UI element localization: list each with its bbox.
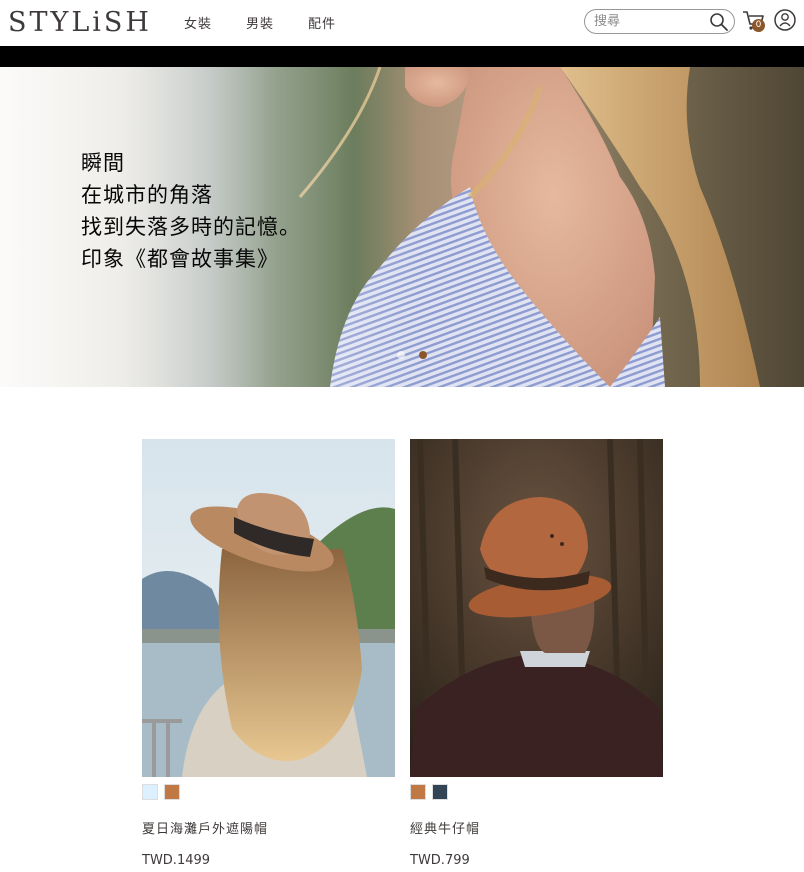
product-card[interactable]: 經典牛仔帽 TWD.799 <box>410 439 663 868</box>
product-name[interactable]: 經典牛仔帽 <box>410 818 663 837</box>
header-divider-bar <box>0 46 804 67</box>
carousel-dot-1[interactable] <box>397 351 405 359</box>
color-swatch[interactable] <box>142 784 158 800</box>
hero-line-1: 瞬間 <box>81 151 125 175</box>
product-card[interactable]: 夏日海灘戶外遮陽帽 TWD.1499 <box>142 439 395 868</box>
hero-line-4: 印象《都會故事集》 <box>81 247 279 271</box>
product-price: TWD.1499 <box>142 853 211 868</box>
main-nav: 女裝 男裝 配件 <box>184 13 370 32</box>
color-swatches <box>142 784 395 800</box>
nav-women[interactable]: 女裝 <box>184 13 212 32</box>
hero-line-3: 找到失落多時的記憶。 <box>81 215 301 239</box>
search-icon[interactable] <box>709 12 729 32</box>
color-swatches <box>410 784 663 800</box>
search-input[interactable] <box>594 14 704 29</box>
hero-story-text: 瞬間 在城市的角落 找到失落多時的記憶。 印象《都會故事集》 <box>81 147 301 275</box>
header: STYLiSH 女裝 男裝 配件 0 <box>0 0 804 46</box>
cart-count-badge: 0 <box>752 19 765 32</box>
color-swatch[interactable] <box>410 784 426 800</box>
nav-men[interactable]: 男裝 <box>246 13 274 32</box>
product-name[interactable]: 夏日海灘戶外遮陽帽 <box>142 818 395 837</box>
carousel-dot-2[interactable] <box>419 351 427 359</box>
logo[interactable]: STYLiSH <box>8 6 152 38</box>
hero-banner[interactable]: 瞬間 在城市的角落 找到失落多時的記憶。 印象《都會故事集》 <box>0 67 804 387</box>
carousel-dots <box>397 351 441 359</box>
hero-line-2: 在城市的角落 <box>81 183 213 207</box>
product-image-cowboy-hat[interactable] <box>410 439 663 777</box>
product-price: TWD.799 <box>410 853 470 868</box>
product-image-beach-hat[interactable] <box>142 439 395 777</box>
color-swatch[interactable] <box>432 784 448 800</box>
color-swatch[interactable] <box>164 784 180 800</box>
nav-accessories[interactable]: 配件 <box>308 13 336 32</box>
search-box <box>584 9 735 34</box>
member-icon[interactable] <box>773 8 797 32</box>
